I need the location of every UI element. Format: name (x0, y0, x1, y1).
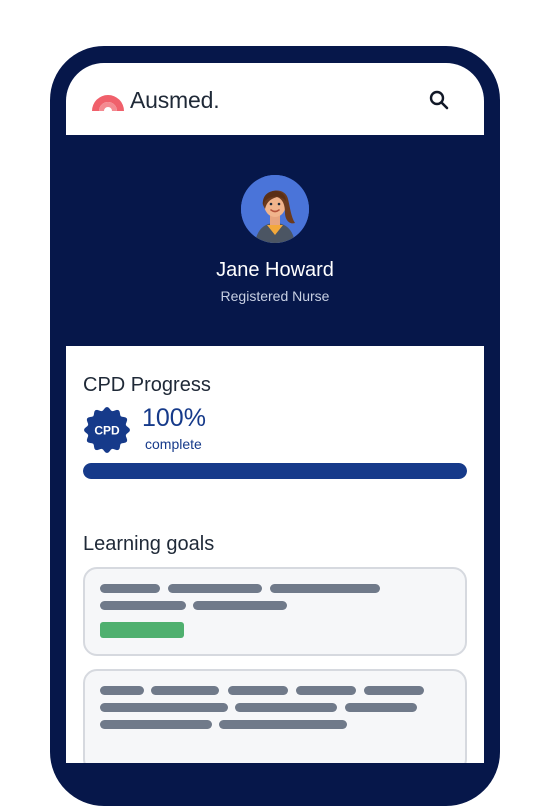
avatar[interactable] (241, 175, 309, 243)
placeholder-text-line (228, 686, 288, 695)
placeholder-text-line (345, 703, 417, 712)
profile-header: Jane Howard Registered Nurse (66, 135, 484, 346)
placeholder-text-line (100, 584, 160, 593)
placeholder-text-line (270, 584, 380, 593)
placeholder-text-line (168, 584, 262, 593)
brand-dot: . (213, 87, 220, 113)
brand-name: Ausmed (130, 87, 214, 113)
placeholder-text-line (193, 601, 287, 610)
app-screen: Ausmed. Jane Howard Registered Nurse CPD… (66, 63, 484, 763)
cpd-progress-fill (83, 463, 467, 479)
cpd-badge-icon: CPD (84, 407, 130, 453)
cpd-progress-bar (83, 463, 467, 479)
cpd-badge-text: CPD (94, 424, 120, 438)
learning-goal-card[interactable] (83, 567, 467, 656)
profile-role: Registered Nurse (220, 288, 330, 304)
cpd-percent-label: complete (145, 436, 202, 452)
profile-name: Jane Howard (216, 259, 334, 281)
search-icon[interactable] (428, 89, 450, 111)
placeholder-text-line (364, 686, 424, 695)
status-badge (100, 622, 184, 638)
app-header: Ausmed. (66, 63, 484, 135)
ausmed-logo[interactable]: Ausmed. (90, 87, 220, 114)
learning-goal-card[interactable] (83, 669, 467, 763)
placeholder-text-line (100, 686, 144, 695)
placeholder-text-line (296, 686, 356, 695)
content-card: CPD Progress CPD 100% complete Learning … (66, 346, 484, 763)
placeholder-text-line (235, 703, 337, 712)
placeholder-text-line (100, 601, 186, 610)
placeholder-text-line (151, 686, 219, 695)
learning-goals-title: Learning goals (83, 533, 215, 555)
placeholder-text-line (100, 703, 228, 712)
cpd-percent: 100% (142, 404, 206, 432)
ausmed-logo-mark-icon (92, 94, 124, 111)
avatar-illustration-icon (241, 175, 309, 243)
cpd-progress-title: CPD Progress (83, 374, 211, 396)
